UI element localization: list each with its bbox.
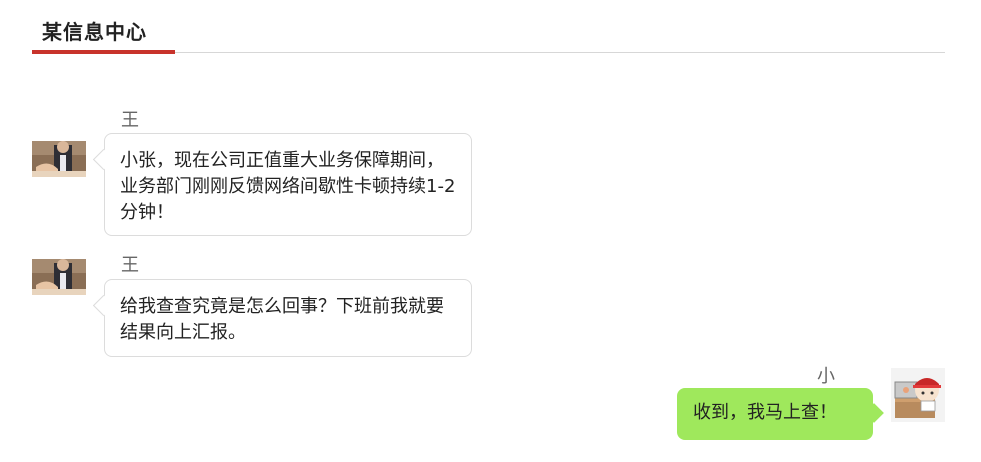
message-bubble: 收到，我马上查！ — [677, 388, 873, 440]
message-text: 给我查查究竟是怎么回事？下班前我就要结果向上汇报。 — [120, 296, 444, 343]
wang-avatar-icon — [32, 141, 86, 177]
avatar-wang[interactable] — [32, 141, 86, 177]
wang-avatar-icon — [32, 259, 86, 295]
page-title: 某信息中心 — [42, 20, 147, 44]
message-text: 小张，现在公司正值重大业务保障期间，业务部门刚刚反馈网络间歇性卡顿持续1-2分钟… — [120, 150, 456, 223]
avatar-zhang[interactable] — [891, 368, 945, 422]
message-text: 收到，我马上查！ — [693, 402, 837, 423]
header: 某信息中心 — [32, 0, 945, 54]
avatar-wang[interactable] — [32, 259, 86, 295]
zhang-avatar-icon — [891, 368, 945, 422]
title-underline — [32, 50, 175, 54]
message-bubble: 小张，现在公司正值重大业务保障期间，业务部门刚刚反馈网络间歇性卡顿持续1-2分钟… — [104, 133, 472, 236]
message-bubble: 给我查查究竟是怎么回事？下班前我就要结果向上汇报。 — [104, 279, 472, 357]
